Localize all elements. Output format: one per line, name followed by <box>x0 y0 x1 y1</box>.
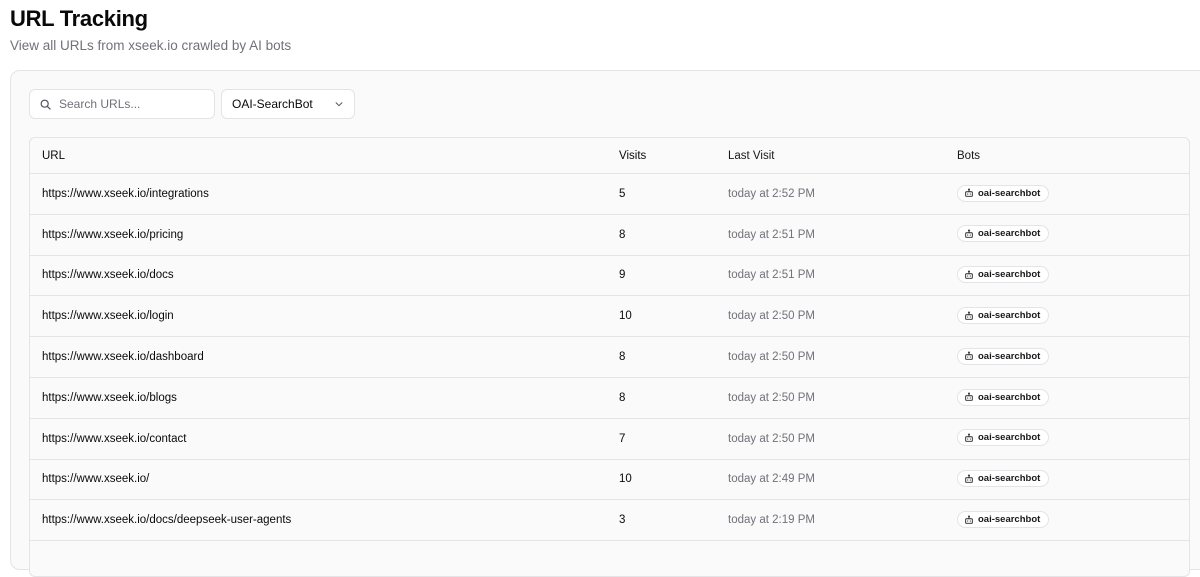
search-box[interactable] <box>29 89 215 119</box>
table-row[interactable]: https://www.xseek.io/contact 7 today at … <box>30 419 1189 460</box>
bot-icon <box>965 515 973 524</box>
bot-icon <box>965 474 973 483</box>
url-cell[interactable]: https://www.xseek.io/pricing <box>42 229 183 241</box>
bots-cell: oai-searchbot <box>957 470 1050 489</box>
bot-badge: oai-searchbot <box>957 429 1050 447</box>
column-header-visits[interactable]: Visits <box>619 150 646 162</box>
table-row[interactable]: https://www.xseek.io/login 10 today at 2… <box>30 296 1189 338</box>
bot-badge-label: oai-searchbot <box>978 391 1041 403</box>
table-row[interactable]: https://www.xseek.io/ 10 today at 2:49 P… <box>30 460 1189 501</box>
visits-cell: 8 <box>619 351 626 364</box>
bot-icon <box>965 392 973 401</box>
bot-filter-select[interactable]: OAI-SearchBot <box>221 89 355 119</box>
column-header-last-visit[interactable]: Last Visit <box>728 150 774 162</box>
table-header: URL Visits Last Visit Bots <box>30 138 1189 174</box>
bots-cell: oai-searchbot <box>957 429 1050 448</box>
table-row[interactable]: https://www.xseek.io/integrations 5 toda… <box>30 174 1189 215</box>
visits-cell: 7 <box>619 432 626 445</box>
bot-badge-label: oai-searchbot <box>978 514 1041 526</box>
last-visit-cell: today at 2:49 PM <box>728 473 815 486</box>
bot-icon <box>965 311 973 320</box>
bot-icon <box>965 433 973 442</box>
toolbar: OAI-SearchBot <box>29 89 355 119</box>
visits-cell: 8 <box>619 391 626 404</box>
bot-badge: oai-searchbot <box>957 184 1050 202</box>
url-cell[interactable]: https://www.xseek.io/ <box>42 473 149 485</box>
table-body: https://www.xseek.io/integrations 5 toda… <box>30 174 1189 542</box>
search-icon <box>40 99 51 110</box>
bots-cell: oai-searchbot <box>957 184 1050 204</box>
bot-badge-label: oai-searchbot <box>978 432 1041 444</box>
url-cell[interactable]: https://www.xseek.io/integrations <box>42 188 209 200</box>
last-visit-cell: today at 2:50 PM <box>728 310 815 323</box>
bots-cell: oai-searchbot <box>957 511 1050 530</box>
bots-cell: oai-searchbot <box>957 388 1050 408</box>
last-visit-cell: today at 2:50 PM <box>728 351 815 364</box>
bot-icon <box>965 188 973 197</box>
bot-filter-value: OAI-SearchBot <box>232 97 313 111</box>
bot-badge: oai-searchbot <box>957 307 1050 325</box>
bot-badge: oai-searchbot <box>957 225 1050 243</box>
page-subtitle: View all URLs from xseek.io crawled by A… <box>10 38 292 53</box>
bot-icon <box>965 351 973 361</box>
url-cell[interactable]: https://www.xseek.io/docs/deepseek-user-… <box>42 514 291 526</box>
bot-icon <box>965 270 973 279</box>
bot-badge-label: oai-searchbot <box>978 350 1041 362</box>
url-cell[interactable]: https://www.xseek.io/login <box>42 310 174 322</box>
bot-badge: oai-searchbot <box>957 347 1050 365</box>
bot-badge-label: oai-searchbot <box>978 473 1041 485</box>
page-title: URL Tracking <box>10 6 148 31</box>
url-cell[interactable]: https://www.xseek.io/blogs <box>42 392 177 404</box>
bot-badge: oai-searchbot <box>957 511 1050 529</box>
bot-badge: oai-searchbot <box>957 388 1050 406</box>
search-input[interactable] <box>59 97 199 111</box>
url-tracking-card: OAI-SearchBot URL Visits Last Visit Bots… <box>10 70 1200 577</box>
bots-cell: oai-searchbot <box>957 266 1050 285</box>
last-visit-cell: today at 2:51 PM <box>728 269 815 282</box>
last-visit-cell: today at 2:50 PM <box>728 391 815 404</box>
visits-cell: 5 <box>619 187 626 200</box>
bot-icon <box>965 229 973 238</box>
visits-cell: 8 <box>619 228 626 241</box>
bots-cell: oai-searchbot <box>957 307 1050 326</box>
bot-badge-label: oai-searchbot <box>978 187 1041 199</box>
last-visit-cell: today at 2:52 PM <box>728 187 815 200</box>
bot-badge: oai-searchbot <box>957 470 1050 488</box>
visits-cell: 10 <box>619 473 632 486</box>
bots-cell: oai-searchbot <box>957 225 1050 244</box>
visits-cell: 10 <box>619 310 632 323</box>
url-cell[interactable]: https://www.xseek.io/contact <box>42 433 186 445</box>
bot-badge-label: oai-searchbot <box>978 228 1041 240</box>
table-row[interactable]: https://www.xseek.io/docs 9 today at 2:5… <box>30 256 1189 297</box>
table-row[interactable]: https://www.xseek.io/pricing 8 today at … <box>30 215 1189 256</box>
visits-cell: 9 <box>619 269 626 282</box>
chevron-down-icon <box>335 102 343 107</box>
column-header-bots[interactable]: Bots <box>957 150 980 162</box>
last-visit-cell: today at 2:50 PM <box>728 432 815 445</box>
table-row[interactable]: https://www.xseek.io/dashboard 8 today a… <box>30 337 1189 378</box>
column-header-url[interactable]: URL <box>42 150 65 162</box>
table-row[interactable]: https://www.xseek.io/blogs 8 today at 2:… <box>30 378 1189 419</box>
urls-table: URL Visits Last Visit Bots https://www.x… <box>29 137 1190 577</box>
bots-cell: oai-searchbot <box>957 347 1050 367</box>
bot-badge-label: oai-searchbot <box>978 269 1041 281</box>
bot-badge: oai-searchbot <box>957 266 1050 284</box>
bot-badge-label: oai-searchbot <box>978 310 1041 322</box>
url-cell[interactable]: https://www.xseek.io/dashboard <box>42 351 204 363</box>
page-header: URL Tracking View all URLs from xseek.io… <box>10 6 291 54</box>
last-visit-cell: today at 2:51 PM <box>728 228 815 241</box>
visits-cell: 3 <box>619 514 626 527</box>
last-visit-cell: today at 2:19 PM <box>728 514 815 527</box>
url-cell[interactable]: https://www.xseek.io/docs <box>42 269 174 281</box>
table-row[interactable]: https://www.xseek.io/docs/deepseek-user-… <box>30 500 1189 542</box>
